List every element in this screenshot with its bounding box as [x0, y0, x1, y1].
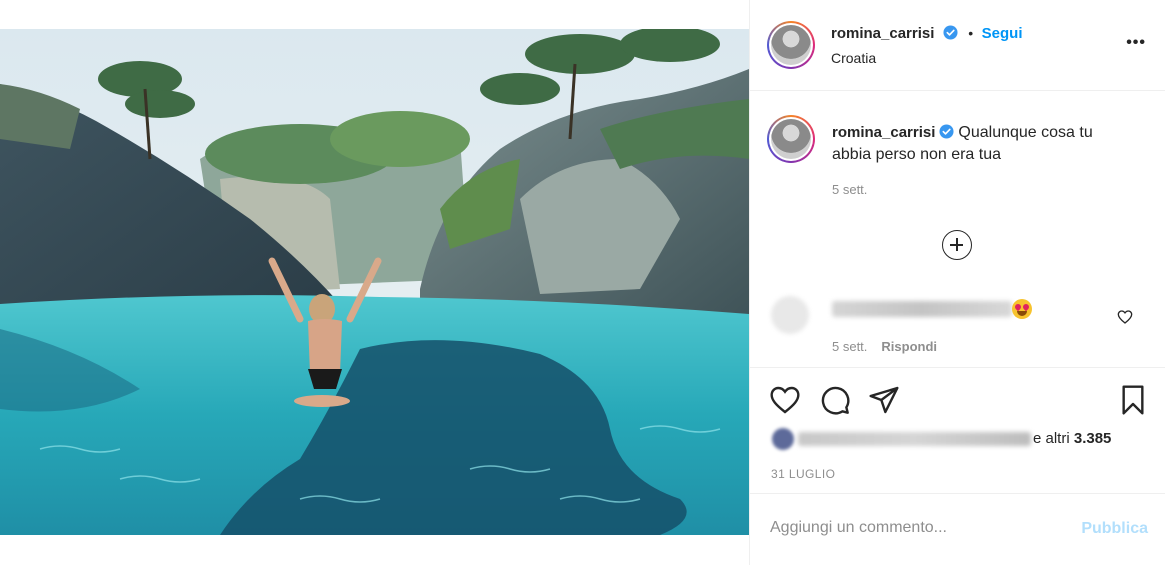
actions-section: e altri 3.385 31 LUGLIO — [750, 369, 1165, 494]
commenter-name-blurred[interactable] — [832, 301, 1012, 317]
likes-suffix: e altri — [1033, 430, 1070, 447]
header-user-line: romina_carrisi • Segui — [831, 25, 1023, 43]
post-photo-container — [0, 0, 749, 565]
comment-time[interactable]: 5 sett. — [832, 339, 867, 354]
header-username[interactable]: romina_carrisi — [831, 25, 934, 42]
reply-button[interactable]: Rispondi — [881, 339, 937, 354]
verified-badge-icon — [939, 124, 954, 139]
heart-icon[interactable] — [769, 384, 801, 416]
comment-like-heart-icon[interactable] — [1117, 309, 1133, 325]
caption-section: romina_carrisi Qualunque cosa tu abbia p… — [750, 91, 1165, 368]
liker-avatar[interactable] — [772, 428, 794, 450]
caption-text: romina_carrisi Qualunque cosa tu abbia p… — [832, 122, 1132, 166]
add-comment-input[interactable] — [770, 519, 1070, 537]
likes-summary[interactable]: e altri 3.385 — [1033, 430, 1111, 447]
post-photo[interactable] — [0, 29, 749, 535]
instagram-post-viewer: romina_carrisi • Segui Croatia ••• romin… — [0, 0, 1165, 565]
post-date[interactable]: 31 LUGLIO — [771, 467, 835, 481]
commenter-avatar[interactable] — [771, 296, 809, 334]
bookmark-icon[interactable] — [1117, 384, 1149, 416]
caption-username[interactable]: romina_carrisi — [832, 124, 935, 141]
add-comment-section: Pubblica — [750, 495, 1165, 565]
plus-circle-icon[interactable] — [942, 230, 972, 260]
post-location[interactable]: Croatia — [831, 50, 876, 66]
likes-count: 3.385 — [1073, 430, 1112, 447]
follow-button[interactable]: Segui — [982, 25, 1023, 42]
more-dots-icon[interactable]: ••• — [1126, 34, 1146, 52]
verified-badge-icon — [943, 25, 958, 40]
publish-button[interactable]: Pubblica — [1081, 520, 1148, 538]
caption-avatar[interactable] — [767, 115, 815, 163]
post-header: romina_carrisi • Segui Croatia ••• — [750, 0, 1165, 91]
caption-time[interactable]: 5 sett. — [832, 182, 867, 197]
author-avatar[interactable] — [767, 21, 815, 69]
liker-name-blurred[interactable] — [798, 432, 1031, 446]
share-icon[interactable] — [868, 384, 900, 416]
comment-meta: 5 sett. Rispondi — [832, 339, 937, 354]
comment-icon[interactable] — [819, 384, 851, 416]
heart-eyes-emoji — [1012, 299, 1032, 319]
post-side-panel: romina_carrisi • Segui Croatia ••• romin… — [749, 0, 1165, 565]
separator-dot: • — [968, 25, 974, 41]
